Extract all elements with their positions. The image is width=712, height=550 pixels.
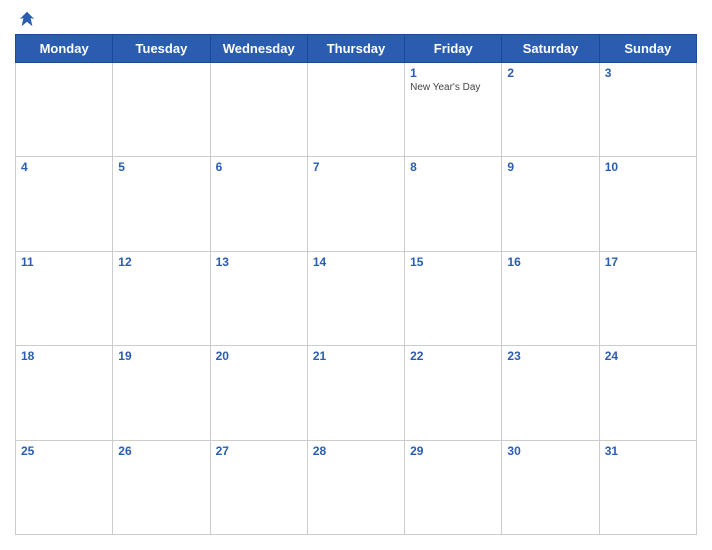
calendar-cell: 4 — [16, 157, 113, 251]
calendar-cell: 12 — [113, 251, 210, 345]
calendar-cell — [113, 63, 210, 157]
day-number: 29 — [410, 444, 496, 458]
calendar-cell: 15 — [405, 251, 502, 345]
calendar-cell: 28 — [307, 440, 404, 534]
day-number: 16 — [507, 255, 593, 269]
day-number: 31 — [605, 444, 691, 458]
logo-bird-icon — [18, 10, 36, 28]
weekday-header: Friday — [405, 35, 502, 63]
day-number: 18 — [21, 349, 107, 363]
day-number: 17 — [605, 255, 691, 269]
calendar-header-row: MondayTuesdayWednesdayThursdayFridaySatu… — [16, 35, 697, 63]
calendar-week-row: 11 12 13 14 15 16 17 — [16, 251, 697, 345]
day-number: 24 — [605, 349, 691, 363]
weekday-header: Tuesday — [113, 35, 210, 63]
day-number: 11 — [21, 255, 107, 269]
day-number: 14 — [313, 255, 399, 269]
calendar-cell: 30 — [502, 440, 599, 534]
calendar-cell: 3 — [599, 63, 696, 157]
calendar-cell — [210, 63, 307, 157]
day-number: 4 — [21, 160, 107, 174]
day-number: 30 — [507, 444, 593, 458]
day-number: 6 — [216, 160, 302, 174]
day-number: 20 — [216, 349, 302, 363]
weekday-header: Wednesday — [210, 35, 307, 63]
calendar-cell: 14 — [307, 251, 404, 345]
calendar-cell: 13 — [210, 251, 307, 345]
logo — [15, 10, 36, 28]
calendar-cell: 5 — [113, 157, 210, 251]
calendar-cell: 11 — [16, 251, 113, 345]
day-number: 26 — [118, 444, 204, 458]
day-number: 3 — [605, 66, 691, 80]
calendar-cell: 24 — [599, 346, 696, 440]
day-number: 19 — [118, 349, 204, 363]
calendar-cell: 18 — [16, 346, 113, 440]
day-number: 12 — [118, 255, 204, 269]
holiday-label: New Year's Day — [410, 82, 496, 94]
calendar-cell: 19 — [113, 346, 210, 440]
calendar-cell: 25 — [16, 440, 113, 534]
calendar-cell: 8 — [405, 157, 502, 251]
day-number: 15 — [410, 255, 496, 269]
calendar-cell: 1 New Year's Day — [405, 63, 502, 157]
day-number: 21 — [313, 349, 399, 363]
calendar-table: MondayTuesdayWednesdayThursdayFridaySatu… — [15, 34, 697, 535]
day-number: 23 — [507, 349, 593, 363]
day-number: 22 — [410, 349, 496, 363]
calendar-cell: 7 — [307, 157, 404, 251]
calendar-week-row: 1 New Year's Day 23 — [16, 63, 697, 157]
calendar-cell: 27 — [210, 440, 307, 534]
day-number: 8 — [410, 160, 496, 174]
weekday-header: Thursday — [307, 35, 404, 63]
day-number: 9 — [507, 160, 593, 174]
weekday-header: Sunday — [599, 35, 696, 63]
calendar-cell — [16, 63, 113, 157]
calendar-cell: 21 — [307, 346, 404, 440]
day-number: 2 — [507, 66, 593, 80]
calendar-cell: 31 — [599, 440, 696, 534]
calendar-cell — [307, 63, 404, 157]
page-header — [15, 10, 697, 28]
calendar-cell: 26 — [113, 440, 210, 534]
day-number: 27 — [216, 444, 302, 458]
day-number: 1 — [410, 66, 496, 80]
calendar-cell: 29 — [405, 440, 502, 534]
calendar-cell: 9 — [502, 157, 599, 251]
weekday-header: Saturday — [502, 35, 599, 63]
day-number: 5 — [118, 160, 204, 174]
day-number: 28 — [313, 444, 399, 458]
calendar-cell: 10 — [599, 157, 696, 251]
calendar-cell: 22 — [405, 346, 502, 440]
day-number: 10 — [605, 160, 691, 174]
day-number: 25 — [21, 444, 107, 458]
calendar-cell: 17 — [599, 251, 696, 345]
calendar-cell: 16 — [502, 251, 599, 345]
calendar-cell: 2 — [502, 63, 599, 157]
weekday-header: Monday — [16, 35, 113, 63]
day-number: 7 — [313, 160, 399, 174]
calendar-week-row: 18 19 20 21 22 23 24 — [16, 346, 697, 440]
day-number: 13 — [216, 255, 302, 269]
calendar-week-row: 456789 10 — [16, 157, 697, 251]
calendar-cell: 23 — [502, 346, 599, 440]
calendar-cell: 6 — [210, 157, 307, 251]
calendar-week-row: 25 26 27 28 29 30 31 — [16, 440, 697, 534]
calendar-cell: 20 — [210, 346, 307, 440]
